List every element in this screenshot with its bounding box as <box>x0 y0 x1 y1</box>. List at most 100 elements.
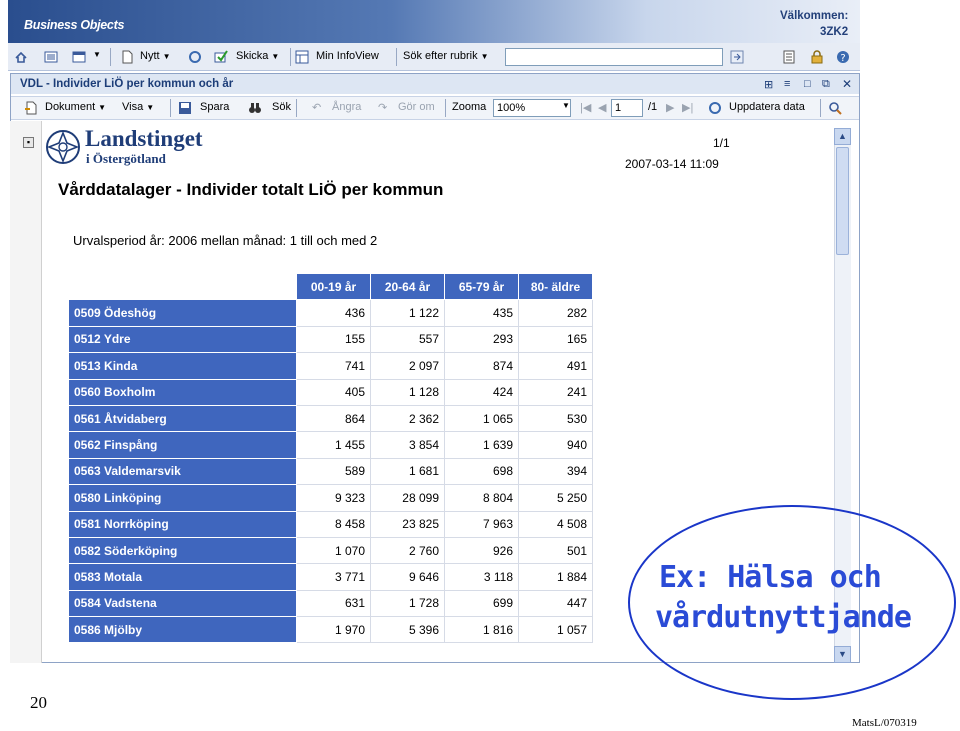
table-row: 0581 Norrköping 8 458 23 825 7 963 4 508 <box>68 510 593 538</box>
send-button[interactable]: Skicka ▼ <box>236 50 279 62</box>
table-cell: 424 <box>444 378 519 406</box>
page-total: /1 <box>648 101 658 113</box>
table-cell: 1 970 <box>296 616 371 644</box>
callout-text-line1: Ex: Hälsa och <box>659 560 882 595</box>
magnifier-icon[interactable] <box>828 101 842 115</box>
table-cell: 3 118 <box>444 563 519 591</box>
table-cell: 241 <box>518 378 593 406</box>
lock-icon[interactable] <box>810 50 824 64</box>
table-row: 0513 Kinda 741 2 097 874 491 <box>68 352 593 380</box>
zoom-label: Zooma <box>452 101 487 113</box>
table-cell: 2 097 <box>370 352 445 380</box>
table-row: 0560 Boxholm 405 1 128 424 241 <box>68 378 593 406</box>
search-button[interactable]: Sök <box>272 101 291 113</box>
scrollbar-thumb[interactable] <box>836 147 849 255</box>
table-cell: 501 <box>518 536 593 565</box>
window-maximize-icon[interactable]: □ <box>804 78 811 90</box>
page-indicator: 1/1 <box>713 136 730 150</box>
table-cell: 1 455 <box>296 431 371 459</box>
zoom-dropdown-icon[interactable]: ▼ <box>562 101 570 110</box>
table-cell: 28 099 <box>370 484 445 512</box>
table-cell: 9 323 <box>296 484 371 512</box>
table-header-row: 00-19 år 20-64 år 65-79 år 80- äldre <box>68 272 593 301</box>
row-label: 0586 Mjölby <box>68 616 297 644</box>
search-by-title-dropdown[interactable]: Sök efter rubrik ▼ <box>403 50 489 62</box>
page-input[interactable]: 1 <box>611 99 643 117</box>
table-cell: 23 825 <box>370 510 445 538</box>
table-row: 0580 Linköping 9 323 28 099 8 804 5 250 <box>68 484 593 512</box>
table-cell: 1 057 <box>518 616 593 644</box>
data-table: 00-19 år 20-64 år 65-79 år 80- äldre 050… <box>68 272 593 644</box>
table-cell: 3 854 <box>370 431 445 459</box>
row-label: 0580 Linköping <box>68 484 297 512</box>
my-infoview-button[interactable]: Min InfoView <box>316 50 379 62</box>
table-row: 0586 Mjölby 1 970 5 396 1 816 1 057 <box>68 616 593 644</box>
go-icon[interactable] <box>730 50 744 64</box>
svg-text:?: ? <box>840 53 845 64</box>
table-cell: 1 065 <box>444 404 519 433</box>
document-icon <box>25 101 37 115</box>
report-title: Vårddatalager - Individer totalt LiÖ per… <box>58 180 444 199</box>
table-cell: 293 <box>444 325 519 354</box>
table-cell: 699 <box>444 589 519 618</box>
row-label: 0581 Norrköping <box>68 510 297 538</box>
table-cell: 1 816 <box>444 616 519 644</box>
row-label: 0509 Ödeshög <box>68 299 297 327</box>
table-cell: 698 <box>444 457 519 486</box>
table-cell: 8 804 <box>444 484 519 512</box>
table-row: 0562 Finspång 1 455 3 854 1 639 940 <box>68 431 593 459</box>
zoom-select[interactable]: 100% <box>493 99 571 117</box>
binoculars-icon <box>249 103 261 113</box>
table-cell: 4 508 <box>518 510 593 538</box>
table-cell: 394 <box>518 457 593 486</box>
undo-button[interactable]: Ångra <box>332 101 361 113</box>
column-header: 20-64 år <box>370 272 445 301</box>
table-cell: 282 <box>518 299 593 327</box>
row-label: 0583 Motala <box>68 563 297 591</box>
window-pin-icon[interactable]: ≡ <box>784 78 790 90</box>
previous-page-icon[interactable]: ◀ <box>598 101 606 114</box>
table-cell: 2 362 <box>370 404 445 433</box>
table-cell: 2 760 <box>370 536 445 565</box>
preferences-icon[interactable] <box>782 50 796 64</box>
table-cell: 165 <box>518 325 593 354</box>
list-icon[interactable] <box>44 50 58 64</box>
scroll-up-icon[interactable]: ▲ <box>834 128 851 145</box>
first-page-icon[interactable]: |◀ <box>580 101 591 114</box>
landstinget-logo-emblem <box>46 130 80 164</box>
window-plus-icon[interactable]: ⊞ <box>764 78 773 91</box>
table-cell: 9 646 <box>370 563 445 591</box>
help-icon[interactable]: ? <box>836 50 850 64</box>
last-page-icon[interactable]: ▶| <box>682 101 693 114</box>
refresh-icon[interactable] <box>188 50 202 64</box>
document-menu[interactable]: Dokument ▼ <box>45 101 106 113</box>
row-label: 0560 Boxholm <box>68 378 297 406</box>
window-restore-icon[interactable]: ⧉ <box>822 78 830 91</box>
next-page-icon[interactable]: ▶ <box>666 101 674 114</box>
layout-icon[interactable] <box>72 50 86 64</box>
header-band <box>8 0 860 43</box>
welcome-label: Välkommen: <box>780 10 849 22</box>
report-datetime: 2007-03-14 11:09 <box>625 157 719 171</box>
redo-button[interactable]: Gör om <box>398 101 435 113</box>
refresh-data-button[interactable]: Uppdatera data <box>729 101 805 113</box>
window-close-icon[interactable]: ✕ <box>842 77 852 91</box>
navigation-panel <box>10 121 42 663</box>
table-cell: 155 <box>296 325 371 354</box>
expand-panel-icon[interactable]: ▪ <box>23 137 34 148</box>
table-cell: 1 128 <box>370 378 445 406</box>
home-icon[interactable] <box>14 50 28 64</box>
table-cell: 491 <box>518 352 593 380</box>
callout-text-line2: vårdutnyttjande <box>655 600 912 635</box>
table-cell: 5 396 <box>370 616 445 644</box>
table-cell: 741 <box>296 352 371 380</box>
table-cell: 447 <box>518 589 593 618</box>
table-cell: 435 <box>444 299 519 327</box>
new-button[interactable]: Nytt ▼ <box>140 50 170 62</box>
save-icon <box>179 102 191 114</box>
table-cell: 530 <box>518 404 593 433</box>
view-menu[interactable]: Visa ▼ <box>122 101 154 113</box>
layout-dropdown-icon[interactable]: ▼ <box>93 50 101 59</box>
save-button[interactable]: Spara <box>200 101 229 113</box>
search-input[interactable] <box>505 48 723 66</box>
